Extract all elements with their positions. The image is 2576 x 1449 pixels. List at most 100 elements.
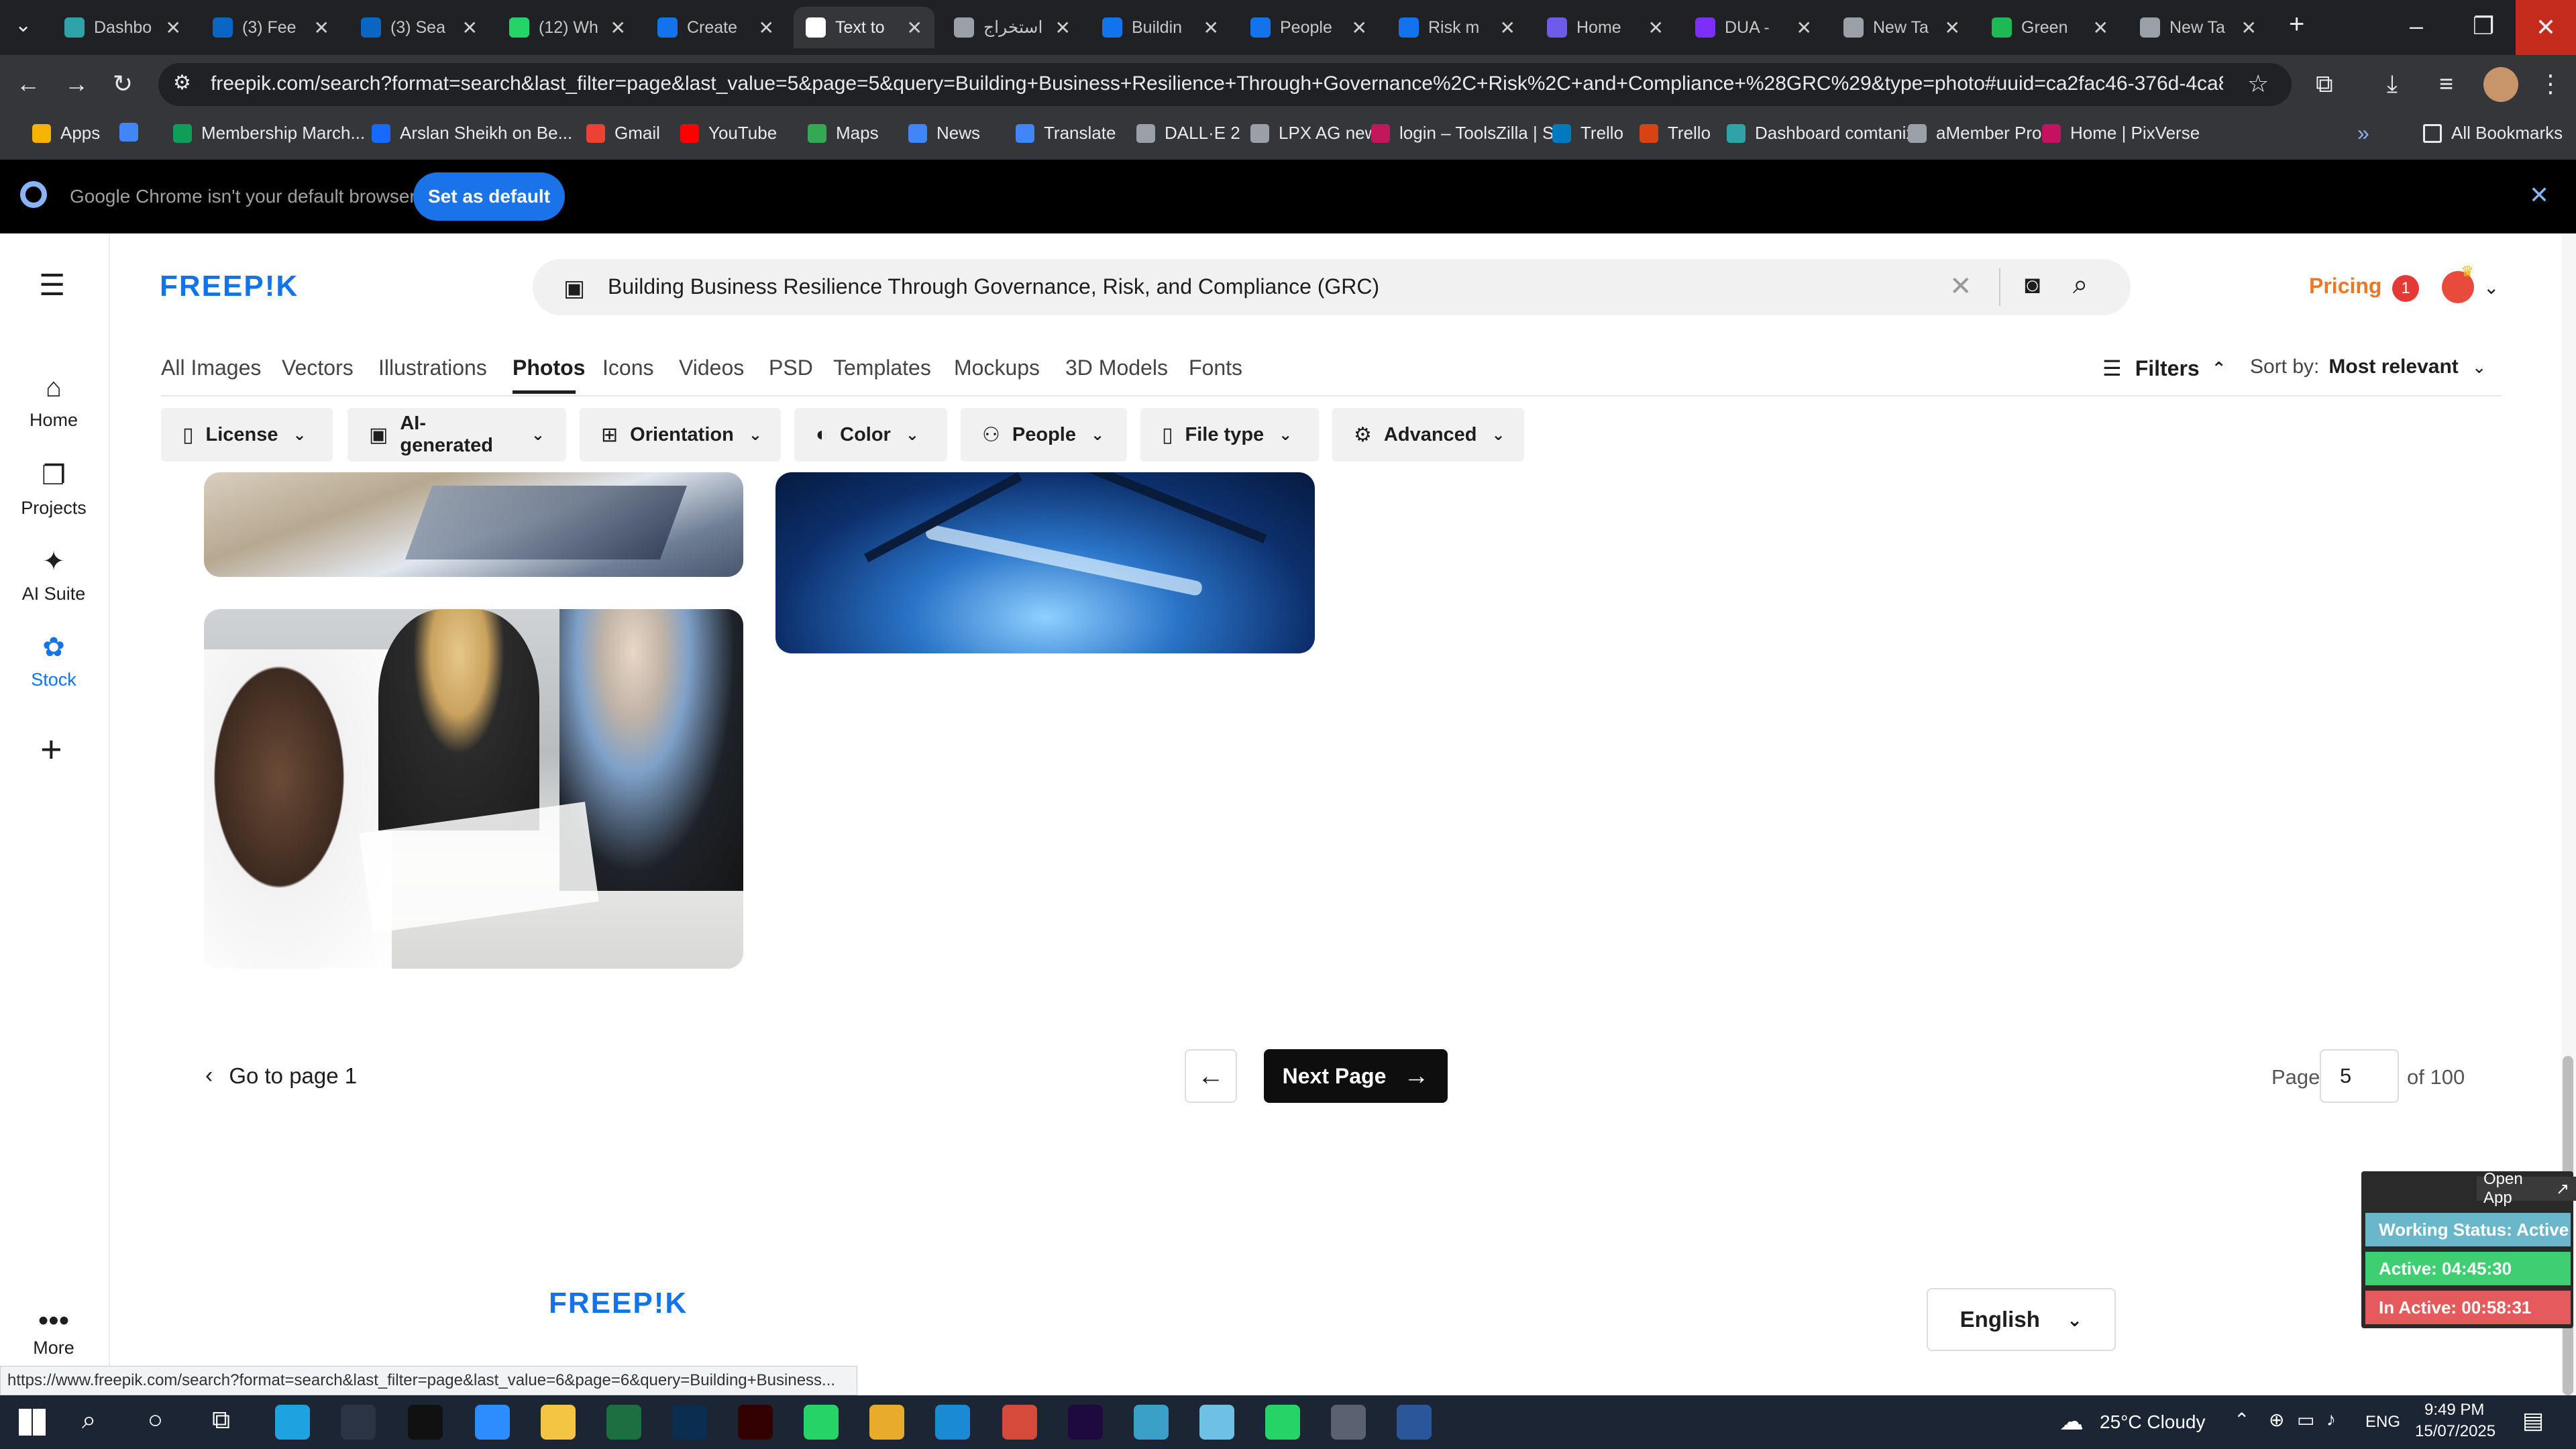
pricing-link[interactable]: Pricing [2309,274,2381,299]
windows-start-icon[interactable] [19,1409,46,1436]
tab-vectors[interactable]: Vectors [282,356,354,380]
tab-close-icon[interactable]: ✕ [1500,17,1515,39]
bookmark-item[interactable]: LPX AG new [1250,123,1377,144]
filter-color[interactable]: ◐ Color ⌄ [794,408,947,462]
bookmark-item[interactable]: Trello [1552,123,1623,144]
tab-close-icon[interactable]: ✕ [1352,17,1367,39]
monitor-icon[interactable]: ▭ [2297,1409,2314,1431]
vscode-icon[interactable] [935,1405,970,1440]
phone-icon[interactable] [804,1405,839,1440]
sidebar-item-home[interactable]: ⌂ Home [0,373,107,431]
tray-overflow-icon[interactable]: ⌃ [2234,1409,2249,1431]
task-view-icon[interactable]: ⧉ [212,1406,230,1435]
tab-close-icon[interactable]: ✕ [610,17,626,39]
image-type-icon[interactable]: ▣ [564,275,585,302]
bookmark-item[interactable]: Maps [808,123,879,144]
go-to-first-page-link[interactable]: ‹ Go to page 1 [205,1063,357,1089]
browser-menu-icon[interactable]: ⋮ [2538,70,2563,98]
tab-icons[interactable]: Icons [602,356,653,380]
browser-tab[interactable]: People ✕ [1238,7,1379,48]
forward-icon[interactable]: → [64,70,89,98]
chrome-active-icon[interactable] [1002,1405,1037,1440]
notepad-icon[interactable] [1199,1405,1234,1440]
filters-toggle[interactable]: ☰ Filters ⌃ [2102,356,2226,381]
search-input[interactable]: Building Business Resilience Through Gov… [608,274,1379,299]
filter-file-type[interactable]: ▯ File type ⌄ [1140,408,1319,462]
browser-tab[interactable]: Text to ✕ [794,7,934,48]
sidebar-item-projects[interactable]: ❐ Projects [0,460,107,519]
tab-fonts[interactable]: Fonts [1189,356,1242,380]
illustrator-icon[interactable] [738,1405,773,1440]
excel-icon[interactable] [606,1405,641,1440]
browser-tab[interactable]: استخراج ✕ [942,7,1083,48]
language-indicator[interactable]: ENG [2365,1413,2400,1432]
filter-license[interactable]: ▯ License ⌄ [161,408,333,462]
set-default-button[interactable]: Set as default [413,172,565,221]
browser-tab[interactable]: DUA - ✕ [1683,7,1824,48]
bookmark-item[interactable]: Gmail [586,123,660,144]
browser-tab[interactable]: Buildin ✕ [1090,7,1231,48]
language-selector[interactable]: English ⌄ [1927,1288,2116,1351]
clock-time[interactable]: 9:49 PM [2424,1401,2484,1419]
photo-result[interactable] [204,609,743,969]
clock-date[interactable]: 15/07/2025 [2415,1422,2496,1441]
sort-dropdown[interactable]: Sort by: Most relevant ⌄ [2250,356,2487,378]
filter-advanced[interactable]: ⚙ Advanced ⌄ [1332,408,1524,462]
filter-orientation[interactable]: ⊞ Orientation ⌄ [580,408,781,462]
browser-tab[interactable]: (3) Sea ✕ [349,7,490,48]
tab-mockups[interactable]: Mockups [954,356,1040,380]
tab-photos[interactable]: Photos [513,356,585,380]
tab-psd[interactable]: PSD [769,356,813,380]
camera-search-icon[interactable]: ◙ [2025,271,2040,300]
browser-tab[interactable]: Dashbo ✕ [52,7,193,48]
bookmark-item[interactable]: Arslan Sheikh on Be... [372,123,572,144]
terminal-icon[interactable] [408,1405,443,1440]
browser-tab[interactable]: Risk m ✕ [1387,7,1527,48]
hamburger-menu-icon[interactable]: ☰ [39,268,65,303]
tab-close-icon[interactable]: ✕ [1203,17,1219,39]
bookmark-star-icon[interactable]: ☆ [2247,70,2269,98]
tab-all-images[interactable]: All Images [161,356,261,380]
restore-icon[interactable]: ❐ [2473,12,2494,40]
next-page-button[interactable]: Next Page → [1264,1049,1448,1103]
media-icon[interactable]: ≡ [2439,70,2453,98]
file-explorer-icon[interactable] [541,1405,576,1440]
tab-close-icon[interactable]: ✕ [166,17,181,39]
url-text[interactable]: freepik.com/search?format=search&last_fi… [211,72,2223,95]
profile-avatar[interactable] [2483,67,2518,102]
notification-icon[interactable]: 1 [2392,275,2419,302]
search-icon[interactable]: ⌕ [2073,270,2088,300]
minimize-icon[interactable]: – [2410,12,2423,40]
pen-icon[interactable] [341,1405,376,1440]
tab-close-icon[interactable]: ✕ [759,17,774,39]
bookmark-item[interactable]: Trello [1640,123,1711,144]
bookmark-item[interactable]: Dashboard comtanix [1727,123,1915,144]
word-icon[interactable] [1397,1405,1432,1440]
app-icon[interactable] [1134,1405,1169,1440]
search-icon[interactable]: ⌕ [82,1406,96,1435]
sidebar-item-stock[interactable]: ✿ Stock [0,632,107,690]
tab-close-icon[interactable]: ✕ [2093,17,2108,39]
whatsapp-icon[interactable] [1265,1405,1300,1440]
tab-close-icon[interactable]: ✕ [462,17,478,39]
new-tab-icon[interactable]: + [2289,9,2304,40]
bookmark-item[interactable]: News [908,123,980,144]
filter-people[interactable]: ⚇ People ⌄ [961,408,1127,462]
tab-templates[interactable]: Templates [833,356,931,380]
tab-close-icon[interactable]: ✕ [1055,17,1071,39]
browser-tab[interactable]: Home ✕ [1535,7,1676,48]
bookmark-item[interactable]: Membership March... [173,123,365,144]
bookmarks-overflow-icon[interactable]: » [2357,121,2369,146]
photo-result[interactable] [775,472,1315,653]
browser-tab[interactable]: New Ta ✕ [2128,7,2269,48]
tab-close-icon[interactable]: ✕ [2241,17,2257,39]
extensions-icon[interactable]: ⧉ [2316,70,2333,99]
tab-illustrations[interactable]: Illustrations [378,356,487,380]
tab-close-icon[interactable]: ✕ [1945,17,1960,39]
premiere-icon[interactable] [1068,1405,1103,1440]
bookmark-item[interactable]: Home | PixVerse [2042,123,2200,144]
download-icon[interactable]: ⤓ [2387,70,2398,99]
volume-icon[interactable]: ♪ [2326,1409,2336,1430]
browser-tab[interactable]: Green ✕ [1980,7,2121,48]
photoshop-icon[interactable] [672,1405,707,1440]
